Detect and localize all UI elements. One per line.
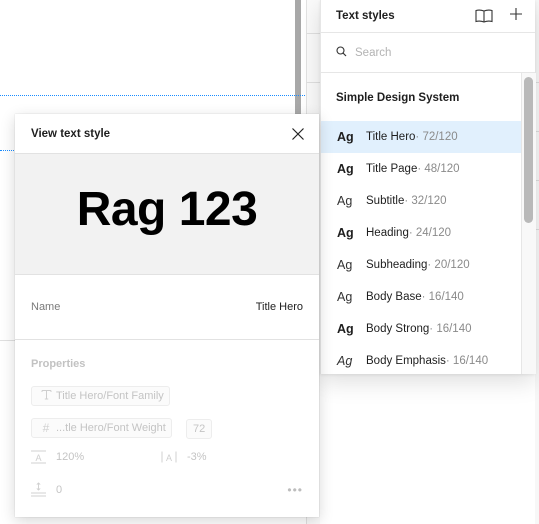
style-name: Title Page <box>366 163 418 175</box>
line-height-field: A 120% <box>31 450 84 464</box>
letter-spacing-value: -3% <box>187 451 207 463</box>
divider <box>306 33 320 34</box>
paragraph-spacing-value: 0 <box>56 483 63 496</box>
style-name: Title Hero <box>366 131 416 143</box>
dialog-title: View text style <box>31 127 111 140</box>
text-style-item[interactable]: Ag Body Emphasis · 16/140 <box>321 345 521 377</box>
text-style-item[interactable]: Ag Subheading · 20/120 <box>321 249 521 281</box>
search-icon <box>336 44 347 62</box>
panel-title: Text styles <box>336 10 395 22</box>
svg-text:A: A <box>35 453 41 463</box>
style-name: Body Base <box>366 291 422 303</box>
font-weight-variable-chip: # ...tle Hero/Font Weight <box>31 418 172 438</box>
search-input[interactable] <box>355 46 505 59</box>
letter-spacing-field: A -3% <box>161 450 207 464</box>
style-name: Subheading <box>366 259 428 271</box>
selection-guide-bottom <box>0 150 16 151</box>
style-preview-icon: Ag <box>337 354 353 368</box>
style-preview-icon: Ag <box>337 226 354 240</box>
style-size: · 32/120 <box>404 195 447 207</box>
text-type-icon <box>38 389 54 403</box>
line-height-value: 120% <box>56 451 85 463</box>
properties-section: Properties Title Hero/Font Family # ...t… <box>15 340 319 516</box>
dialog-header: View text style <box>15 114 319 154</box>
text-style-item[interactable]: Ag Heading · 24/120 <box>321 217 521 249</box>
style-size: · 20/120 <box>427 259 470 271</box>
style-preview-icon: Ag <box>337 258 353 272</box>
paragraph-spacing-field: 0 <box>31 482 62 497</box>
figma-editor: Text styles Simple Design System Ag Titl… <box>0 0 539 524</box>
style-preview-icon: Ag <box>337 162 354 176</box>
style-name: Body Strong <box>366 323 430 335</box>
name-value: Title Hero <box>255 301 303 313</box>
text-styles-list: Simple Design System Ag Title Hero · 72/… <box>321 73 535 373</box>
text-style-item[interactable]: Ag Title Hero · 72/120 <box>321 121 521 153</box>
svg-text:A: A <box>166 453 172 463</box>
text-style-item[interactable]: Ag Body Strong · 16/140 <box>321 313 521 345</box>
paragraph-spacing-icon <box>31 482 46 497</box>
text-style-item[interactable]: Ag Title Page · 48/120 <box>321 153 521 185</box>
style-size: · 24/120 <box>408 227 452 239</box>
text-styles-header: Text styles <box>321 0 535 33</box>
style-size: · 72/120 <box>415 131 458 143</box>
library-group-title: Simple Design System <box>336 92 460 104</box>
style-size: · 16/140 <box>421 291 464 303</box>
plus-icon[interactable] <box>506 4 526 24</box>
scrollbar-thumb[interactable] <box>524 77 533 223</box>
font-family-value: Title Hero/Font Family <box>56 390 164 402</box>
font-size-value: 72 <box>193 423 206 435</box>
style-preview: Rag 123 <box>15 154 319 275</box>
book-open-icon[interactable] <box>474 6 494 26</box>
line-height-icon: A <box>31 450 46 464</box>
style-preview-icon: Ag <box>337 130 354 144</box>
style-size: · 16/140 <box>445 355 489 367</box>
view-text-style-dialog: View text style Rag 123 Name Title Hero … <box>15 114 319 517</box>
name-row: Name Title Hero <box>15 275 319 340</box>
style-size: · 16/140 <box>429 323 472 335</box>
font-size-chip: 72 <box>186 419 213 439</box>
font-weight-value: ...tle Hero/Font Weight <box>56 422 166 434</box>
close-icon[interactable] <box>289 125 307 143</box>
name-label: Name <box>31 301 61 313</box>
font-family-variable-chip: Title Hero/Font Family <box>31 386 170 406</box>
style-name: Body Emphasis <box>366 355 446 367</box>
style-preview-icon: Ag <box>337 290 353 304</box>
frame-edge <box>295 0 301 116</box>
style-name: Subtitle <box>366 195 405 207</box>
preview-text: Rag 123 <box>76 182 258 236</box>
text-style-item[interactable]: Ag Body Base · 16/140 <box>321 281 521 313</box>
style-preview-icon: Ag <box>337 322 354 336</box>
more-options-button[interactable]: ••• <box>287 483 303 497</box>
style-preview-icon: Ag <box>337 194 353 208</box>
divider <box>306 82 320 83</box>
properties-label: Properties <box>31 358 86 370</box>
number-variable-icon: # <box>42 421 50 435</box>
style-size: · 48/120 <box>417 163 460 175</box>
text-style-item[interactable]: Ag Subtitle · 32/120 <box>321 185 521 217</box>
selection-guide-top <box>0 95 305 96</box>
letter-spacing-icon: A <box>161 450 177 464</box>
style-name: Heading <box>366 227 409 239</box>
search-bar <box>321 33 535 73</box>
text-styles-panel: Text styles Simple Design System Ag Titl… <box>320 0 536 374</box>
